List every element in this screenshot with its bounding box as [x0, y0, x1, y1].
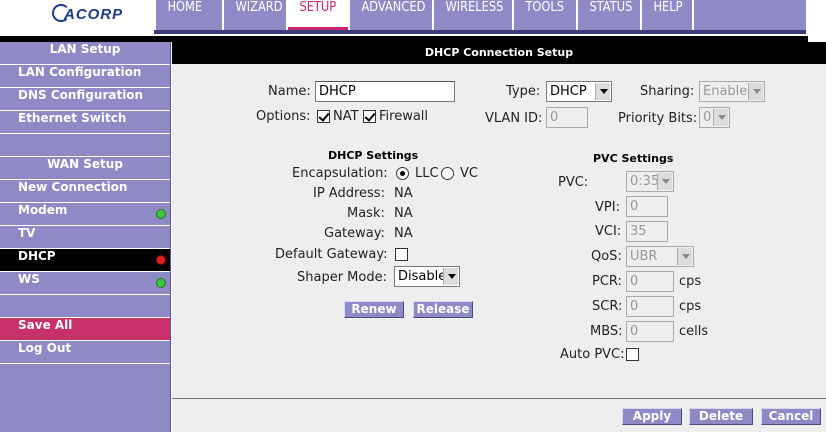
- vpi-input[interactable]: 0: [626, 196, 668, 217]
- chevron-down-icon: [713, 109, 728, 126]
- connection-panel: DHCP Connection Setup Name: DHCP Type: D…: [172, 42, 826, 432]
- sidebar-item-label: WS: [18, 272, 40, 286]
- llc-label: LLC: [415, 166, 439, 181]
- gateway-value: NA: [394, 226, 413, 241]
- status-error-icon: [156, 255, 166, 265]
- name-input[interactable]: DHCP: [315, 81, 455, 102]
- mbs-label: MBS:: [590, 324, 623, 339]
- sharing-label: Sharing:: [640, 84, 695, 99]
- sidebar-header-wan: WAN Setup: [0, 157, 170, 180]
- type-select[interactable]: DHCP: [546, 81, 612, 102]
- chevron-down-icon: [748, 83, 763, 100]
- sidebar-item-tv[interactable]: TV: [0, 226, 170, 249]
- ip-address-value: NA: [394, 186, 413, 201]
- mbs-input[interactable]: 0: [626, 321, 674, 342]
- pcr-input[interactable]: 0: [626, 271, 674, 292]
- priority-bits-select[interactable]: 0: [699, 107, 730, 128]
- vc-radio[interactable]: [441, 167, 454, 180]
- auto-pvc-label: Auto PVC:: [560, 347, 625, 362]
- delete-button[interactable]: Delete: [689, 408, 753, 425]
- sidebar: LAN Setup LAN Configuration DNS Configur…: [0, 42, 171, 432]
- sidebar-header-lan: LAN Setup: [0, 42, 170, 65]
- tab-help[interactable]: HELP: [642, 0, 694, 30]
- shaper-mode-select[interactable]: Disable: [394, 266, 460, 287]
- acorp-logo: ACORP: [0, 0, 154, 30]
- default-gateway-label: Default Gateway:: [275, 247, 388, 262]
- auto-pvc-checkbox[interactable]: [626, 348, 639, 361]
- vlan-id-label: VLAN ID:: [485, 111, 543, 126]
- tab-advanced[interactable]: ADVANCED: [350, 0, 434, 30]
- priority-bits-label: Priority Bits:: [618, 111, 698, 126]
- gateway-label: Gateway:: [324, 226, 385, 241]
- sidebar-item-ethernet-switch[interactable]: Ethernet Switch: [0, 111, 170, 134]
- nat-label: NAT: [333, 109, 359, 124]
- scr-unit: cps: [679, 299, 702, 314]
- sidebar-item-new-connection[interactable]: New Connection: [0, 180, 170, 203]
- log-out-button[interactable]: Log Out: [0, 341, 170, 364]
- sidebar-item-label: DHCP: [18, 249, 56, 263]
- mask-label: Mask:: [347, 206, 385, 221]
- tab-wizard[interactable]: WIZARD: [224, 0, 288, 30]
- sharing-select[interactable]: Enable: [699, 81, 765, 102]
- status-ok-icon: [156, 278, 166, 288]
- mbs-unit: cells: [679, 324, 709, 339]
- renew-button[interactable]: Renew: [344, 301, 404, 318]
- save-all-button[interactable]: Save All: [0, 318, 170, 341]
- sidebar-spacer: [0, 134, 170, 157]
- sidebar-item-modem[interactable]: Modem: [0, 203, 170, 226]
- shaper-mode-label: Shaper Mode:: [297, 270, 387, 285]
- sidebar-item-lan-configuration[interactable]: LAN Configuration: [0, 65, 170, 88]
- tab-tools[interactable]: TOOLS: [514, 0, 578, 30]
- vci-input[interactable]: 35: [626, 221, 668, 242]
- footer-divider: [172, 398, 826, 399]
- chevron-down-icon: [595, 83, 610, 100]
- logo-text: ACORP: [64, 6, 124, 23]
- vlan-id-input[interactable]: 0: [546, 107, 588, 128]
- llc-radio[interactable]: [396, 167, 409, 180]
- qos-select[interactable]: UBR: [626, 246, 694, 267]
- vpi-label: VPI:: [595, 200, 620, 215]
- firewall-checkbox[interactable]: [363, 110, 376, 123]
- ip-address-label: IP Address:: [313, 186, 385, 201]
- name-label: Name:: [268, 84, 311, 99]
- vc-label: VC: [460, 166, 478, 181]
- type-label: Type:: [506, 84, 541, 99]
- sidebar-item-label: Modem: [18, 203, 68, 217]
- encapsulation-label: Encapsulation:: [292, 166, 388, 181]
- pvc-label: PVC:: [558, 175, 589, 190]
- chevron-down-icon: [443, 268, 458, 285]
- pcr-label: PCR:: [592, 274, 622, 289]
- pvc-settings-title: PVC Settings: [593, 152, 674, 165]
- nat-checkbox[interactable]: [317, 110, 330, 123]
- sidebar-item-dns-configuration[interactable]: DNS Configuration: [0, 88, 170, 111]
- pcr-unit: cps: [679, 274, 702, 289]
- firewall-label: Firewall: [379, 109, 429, 124]
- panel-title: DHCP Connection Setup: [172, 42, 826, 64]
- sidebar-item-ws[interactable]: WS: [0, 272, 170, 295]
- sidebar-item-dhcp[interactable]: DHCP: [0, 249, 170, 272]
- tab-wireless[interactable]: WIRELESS: [434, 0, 514, 30]
- chevron-down-icon: [657, 173, 672, 190]
- nav-underline: [154, 30, 806, 34]
- sidebar-spacer: [0, 295, 170, 318]
- vci-label: VCI:: [595, 224, 622, 239]
- tab-home[interactable]: HOME: [156, 0, 224, 30]
- scr-input[interactable]: 0: [626, 296, 674, 317]
- tab-status[interactable]: STATUS: [578, 0, 642, 30]
- chevron-down-icon: [677, 248, 692, 265]
- pvc-select[interactable]: 0:35: [626, 171, 674, 192]
- dhcp-settings-title: DHCP Settings: [328, 149, 419, 162]
- apply-button[interactable]: Apply: [622, 408, 682, 425]
- top-nav: HOME WIZARD SETUP ADVANCED WIRELESS TOOL…: [154, 0, 806, 30]
- status-ok-icon: [156, 209, 166, 219]
- release-button[interactable]: Release: [413, 301, 473, 318]
- options-label: Options:: [256, 109, 311, 124]
- tab-setup[interactable]: SETUP: [288, 0, 350, 30]
- qos-label: QoS:: [591, 249, 622, 264]
- scr-label: SCR:: [592, 299, 623, 314]
- mask-value: NA: [394, 206, 413, 221]
- cancel-button[interactable]: Cancel: [761, 408, 821, 425]
- default-gateway-checkbox[interactable]: [395, 248, 408, 261]
